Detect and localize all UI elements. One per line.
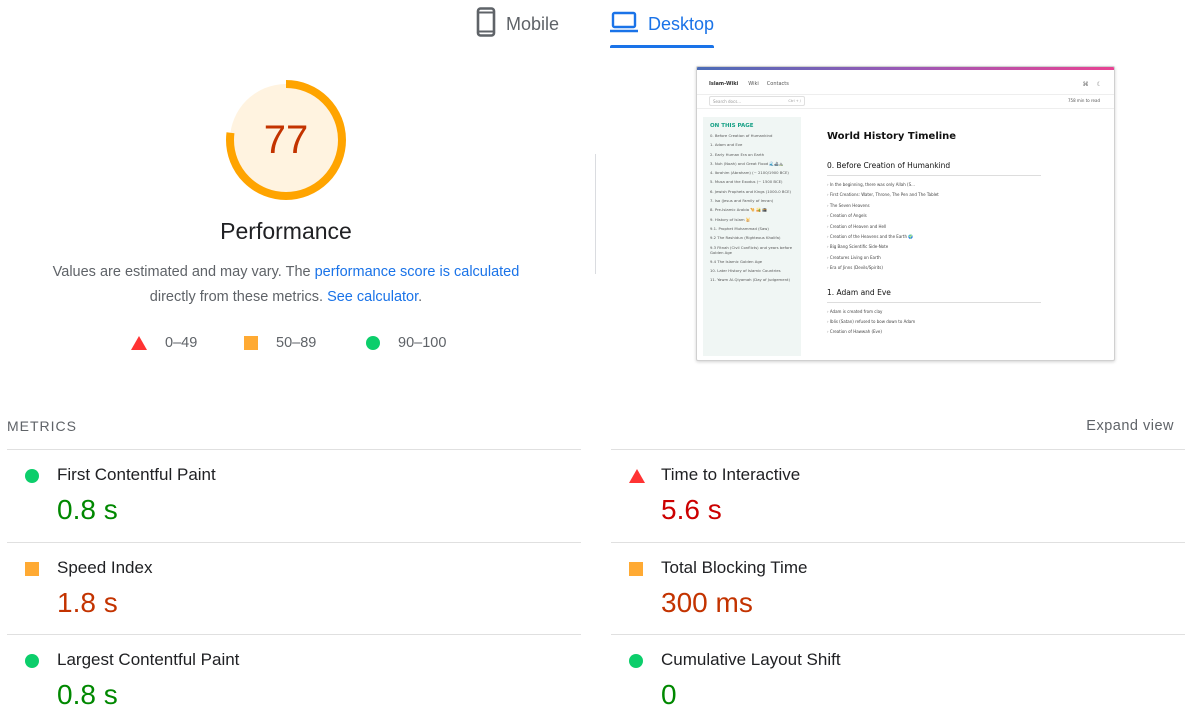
tab-mobile-label: Mobile [506,13,560,34]
screenshot-sidebar-item: 5. Musa and the Exodus (~ 1500 BCE) [710,179,783,185]
metric-name: Cumulative Layout Shift [661,650,841,669]
screenshot-list-item: Era of Jinns (Devils/Spirits) [827,265,1057,270]
screenshot-sidebar-item: 8. Pre-Islamic Arabia 🐪 🏜️ 🕋 [710,207,767,213]
metric-value: 0 [661,679,677,710]
metric-name: Speed Index [57,558,153,577]
metric-total-blocking-time: Total Blocking Time 300 ms [611,542,1185,635]
screenshot-nav-contacts: Contacts [766,81,789,87]
laptop-icon [610,11,638,38]
screenshot-list-item: Creatures Living on Earth [827,255,1057,260]
screenshot-sidebar-item: 9.4 The Islamic Golden Age [710,258,763,264]
metric-value: 0.8 s [57,494,118,525]
metric-name: First Contentful Paint [57,465,216,484]
pass-circle-icon [366,336,380,350]
screenshot-sidebar-item: 11. Yawm Al-Qiyamah (Day of Judgement) [710,277,790,283]
tab-desktop[interactable]: Desktop [610,0,715,48]
screenshot-rule [827,301,1041,303]
metric-speed-index: Speed Index 1.8 s [7,542,581,635]
legend-pass: 90–100 [366,333,446,353]
screenshot-sidebar-item: 1. Adam and Eve [710,142,743,148]
screenshot-list-item: Adam is created from clay [827,309,1057,314]
screenshot-page-title: World History Timeline [827,131,957,142]
theme-toggle-icon: ☾ [1096,80,1102,88]
metric-name: Time to Interactive [661,465,801,484]
screenshot-sidebar-item: 9.2 The Rashidun (Righteous Khalifa) [710,235,781,241]
screenshot-brand: Islam-Wiki [709,81,739,87]
screenshot-section1-title: 1. Adam and Eve [827,287,891,297]
legend-average: 50–89 [244,333,316,353]
screenshot-sidebar-item: 6. Jewish Prophets and Kings (1000-0 BCE… [710,188,791,194]
screenshot-sidebar-item: 4. Ibrahim (Abraham) (~ 2100/1900 BCE) [710,170,789,176]
legend-fail: 0–49 [131,333,197,353]
screenshot-navbar: Islam-Wiki Wiki Contacts ⌘ ☾ [709,79,1102,89]
screenshot-sidebar-item: 9. History of Islam 🕌 [710,216,751,222]
screenshot-sidebar-item: 10. Later History of Islamic Countries [710,268,781,274]
metric-name: Largest Contentful Paint [57,650,240,669]
screenshot-list-item: Creation of Heaven and Hell [827,224,1057,229]
screenshot-sidebar: ON THIS PAGE 0. Before Creation of Human… [703,117,801,356]
smartphone-icon [476,6,496,42]
metric-value: 300 ms [661,587,753,618]
screenshot-list-item: First Creations: Water, Throne, The Pen … [827,192,1057,197]
average-square-icon [25,562,39,576]
tab-mobile[interactable]: Mobile [476,0,559,48]
screenshot-search: Search docs... Ctrl + / [709,96,805,106]
metric-first-contentful-paint: First Contentful Paint 0.8 s [7,449,581,542]
final-screenshot[interactable]: Islam-Wiki Wiki Contacts ⌘ ☾ Search docs… [696,66,1115,361]
screenshot-sidebar-item: 3. Nuh (Noah) and Great Flood 🌊🚢⛰️ [710,160,784,166]
performance-description: Values are estimated and may vary. The p… [20,260,552,310]
screenshot-sidebar-item: 9.3 Fitnah (Civil Conflicts) and years b… [710,244,793,255]
metric-name: Total Blocking Time [661,558,808,577]
screenshot-sidebar-item: 7. Isa (Jesus and Family of Imran) [710,198,774,204]
screenshot-search-shortcut: Ctrl + / [788,99,801,103]
screenshot-section0-title: 0. Before Creation of Humankind [827,161,951,170]
screenshot-list-item: The Seven Heavens [827,203,1057,208]
screenshot-sidebar-item: 0. Before Creation of Humankind [710,133,773,138]
performance-score-link[interactable]: performance score is calculated [315,264,520,280]
expand-view-toggle[interactable]: Expand view [1086,418,1174,434]
screenshot-main: World History Timeline 0. Before Creatio… [827,131,1057,340]
screenshot-list-item: Iblis (Satan) refused to bow down to Ada… [827,319,1057,324]
screenshot-nav-wiki: Wiki [748,81,759,87]
tab-desktop-label: Desktop [648,13,715,34]
metric-value: 0.8 s [57,679,118,710]
legend-average-label: 50–89 [276,335,317,351]
metrics-header: METRICS [7,418,77,434]
screenshot-list-item: Creation of Hawwah (Eve) [827,329,1057,334]
screenshot-sidebar-item: 9.1. Prophet Muhammad (Saw) [710,225,769,231]
metric-value: 5.6 s [661,494,722,525]
screenshot-list-item: Creation of Angels [827,213,1057,218]
metric-cumulative-layout-shift: Cumulative Layout Shift 0 [611,634,1185,726]
pass-circle-icon [25,469,39,483]
legend-pass-label: 90–100 [398,335,447,351]
average-square-icon [629,562,643,576]
pass-circle-icon [25,654,39,668]
fail-triangle-icon [629,469,645,483]
desc-text-1: Values are estimated and may vary. The [52,264,315,280]
performance-gauge: 77 [224,78,348,202]
metric-value: 1.8 s [57,587,118,618]
screenshot-rule [827,175,1041,176]
metric-largest-contentful-paint: Largest Contentful Paint 0.8 s [7,634,581,726]
see-calculator-link[interactable]: See calculator [327,289,418,305]
average-square-icon [244,336,258,350]
performance-score: 77 [263,117,309,162]
screenshot-accent-bar [697,67,1114,70]
fail-triangle-icon [131,336,147,350]
performance-title: Performance [220,218,352,244]
screenshot-list-item: Big Bang Scientific Side-Note [827,244,1057,249]
screenshot-list-item: Creation of the Heavens and the Earth 🌍 [827,234,1057,239]
screenshot-list-item: In the beginning, there was only Allah (… [827,182,1057,187]
metric-time-to-interactive: Time to Interactive 5.6 s [611,449,1185,542]
screenshot-sidebar-title: ON THIS PAGE [710,123,754,129]
github-icon: ⌘ [1082,80,1089,88]
screenshot-search-placeholder: Search docs... [713,99,742,104]
screenshot-sidebar-item: 2. Early Human Era on Earth [710,151,765,157]
vertical-divider [595,154,596,274]
screenshot-read-time: 758 min to read [1067,98,1100,103]
legend-fail-label: 0–49 [165,335,198,351]
pass-circle-icon [629,654,643,668]
desc-text-3: . [418,289,423,305]
desc-text-2: directly from these metrics. [149,289,328,305]
